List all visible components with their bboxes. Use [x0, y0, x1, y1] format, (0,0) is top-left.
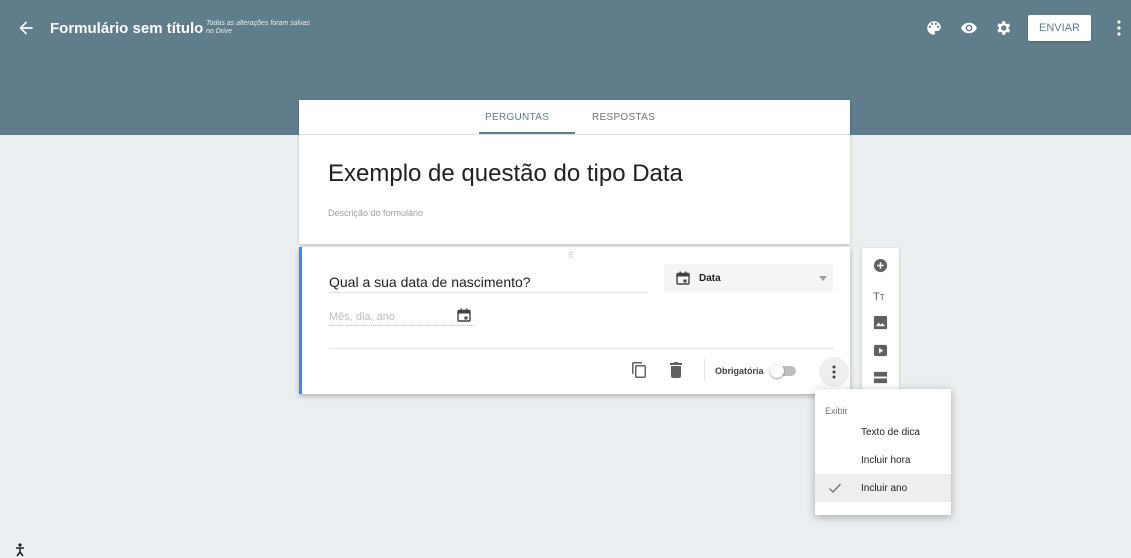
- menu-item-label: Incluir ano: [861, 483, 908, 494]
- more-vert-icon: [832, 365, 836, 379]
- arrow-back-icon[interactable]: [16, 18, 36, 38]
- menu-item-incluir-hora[interactable]: Incluir hora: [815, 446, 951, 474]
- send-button[interactable]: ENVIAR: [1028, 15, 1091, 41]
- question-type-label: Data: [699, 273, 721, 284]
- add-circle-icon[interactable]: [873, 258, 888, 273]
- menu-item-incluir-ano[interactable]: Incluir ano: [815, 474, 951, 502]
- tab-divider: [299, 134, 850, 135]
- gear-icon[interactable]: [994, 19, 1012, 37]
- question-options-menu: Exibir Texto de dica Incluir hora Inclui…: [815, 389, 951, 515]
- tab-perguntas[interactable]: PERGUNTAS: [485, 112, 549, 123]
- form-title[interactable]: Exemplo de questão do tipo Data: [328, 160, 683, 188]
- calendar-icon: [676, 271, 690, 285]
- more-vert-icon[interactable]: [1114, 19, 1124, 37]
- menu-item-label: Incluir hora: [861, 455, 911, 466]
- toggle-thumb: [770, 364, 784, 378]
- tab-respostas[interactable]: RESPOSTAS: [592, 112, 655, 123]
- required-label: Obrigatória: [715, 366, 764, 376]
- video-icon[interactable]: [873, 343, 888, 358]
- question-card[interactable]: ⠿ Qual a sua data de nascimento? Data Mê…: [299, 247, 850, 394]
- menu-item-texto-de-dica[interactable]: Texto de dica: [815, 418, 951, 446]
- question-type-select[interactable]: Data: [664, 264, 833, 293]
- top-app-bar: Formulário sem título Todas as alteraçõe…: [0, 0, 1131, 56]
- palette-icon[interactable]: [925, 19, 943, 37]
- drag-handle-icon[interactable]: ⠿: [568, 251, 575, 260]
- save-status-text: Todas as alterações foram salvas no Driv…: [206, 20, 311, 35]
- add-item-toolbar: T T: [862, 248, 899, 393]
- date-answer-placeholder: Mês, dia, ano: [329, 311, 474, 326]
- image-icon[interactable]: [873, 315, 888, 330]
- required-toggle[interactable]: [770, 364, 798, 378]
- form-description-field[interactable]: Descrição do formulário: [328, 208, 423, 218]
- accessibility-icon[interactable]: [14, 543, 26, 557]
- menu-header: Exibir: [825, 406, 848, 416]
- duplicate-icon[interactable]: [632, 362, 646, 378]
- trash-icon[interactable]: [669, 362, 683, 378]
- footer-vertical-divider: [704, 359, 705, 381]
- eye-icon[interactable]: [960, 19, 978, 37]
- section-icon[interactable]: [873, 370, 888, 385]
- question-footer-divider: [329, 348, 834, 349]
- more-options-button[interactable]: [819, 357, 849, 387]
- form-name-title[interactable]: Formulário sem título: [50, 20, 203, 37]
- question-title-input[interactable]: Qual a sua data de nascimento?: [329, 274, 648, 293]
- chevron-down-icon: [819, 276, 827, 281]
- form-header-card: PERGUNTAS RESPOSTAS Exemplo de questão d…: [299, 100, 850, 244]
- title-icon[interactable]: T T: [873, 288, 888, 303]
- svg-text:T: T: [880, 292, 885, 302]
- calendar-icon: [457, 308, 471, 322]
- check-icon: [829, 483, 842, 494]
- menu-item-label: Texto de dica: [861, 427, 920, 438]
